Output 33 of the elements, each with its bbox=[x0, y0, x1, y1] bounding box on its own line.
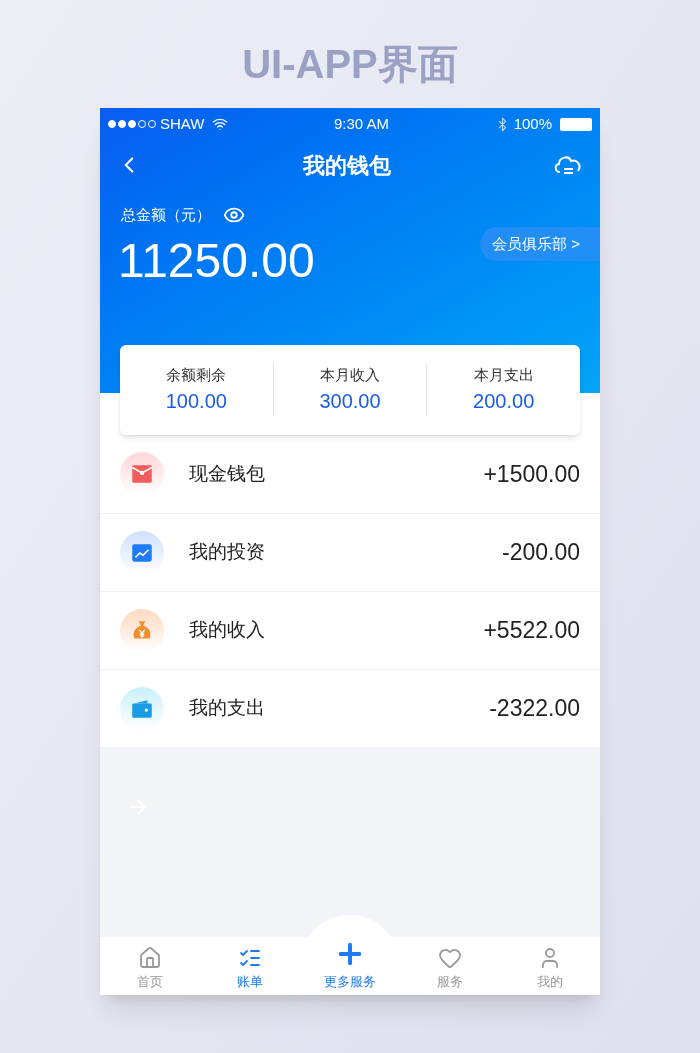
battery-icon bbox=[560, 117, 592, 131]
account-name: 我的投资 bbox=[189, 540, 265, 565]
account-row[interactable]: 我的收入 +5522.00 bbox=[100, 591, 600, 669]
battery-percent: 100% bbox=[513, 113, 552, 134]
account-name: 我的支出 bbox=[189, 696, 265, 721]
club-link[interactable]: 会员俱乐部 > bbox=[480, 226, 600, 261]
summary-value: 200.00 bbox=[473, 389, 535, 415]
account-amount: -200.00 bbox=[502, 538, 580, 568]
wifi-icon bbox=[212, 116, 229, 132]
account-amount: -2322.00 bbox=[489, 694, 580, 724]
summary-value: 300.00 bbox=[319, 389, 381, 415]
account-row[interactable]: 我的支出 -2322.00 bbox=[100, 669, 600, 747]
total-amount: 11250.00 bbox=[117, 236, 315, 285]
page-title: 我的钱包 bbox=[303, 151, 391, 180]
account-row[interactable]: 现金钱包 +1500.00 bbox=[100, 435, 600, 513]
page-heading: UI-APP界面 bbox=[242, 44, 458, 84]
summary-label: 本月支出 bbox=[473, 364, 534, 385]
carrier-name: SHAW bbox=[160, 113, 205, 134]
tab-item[interactable]: 我的 bbox=[500, 937, 600, 995]
account-amount: +1500.00 bbox=[483, 459, 580, 489]
account-name: 现金钱包 bbox=[189, 461, 265, 486]
tab-item[interactable]: 首页 bbox=[100, 937, 200, 995]
total-label: 总金额（元） bbox=[121, 205, 211, 225]
status-time: 9:30 AM bbox=[334, 113, 390, 134]
tab-item[interactable]: 账单 bbox=[200, 937, 300, 995]
tab-item[interactable]: 服务 bbox=[400, 937, 500, 995]
account-name: 我的收入 bbox=[189, 618, 265, 643]
summary-label: 本月收入 bbox=[320, 364, 380, 385]
account-amount: +5522.00 bbox=[483, 616, 580, 646]
summary-value: 100.00 bbox=[165, 389, 227, 415]
home-icon bbox=[138, 945, 162, 970]
account-row[interactable]: 我的投资 -200.00 bbox=[100, 513, 600, 591]
summary-label: 余额剩余 bbox=[166, 364, 227, 385]
